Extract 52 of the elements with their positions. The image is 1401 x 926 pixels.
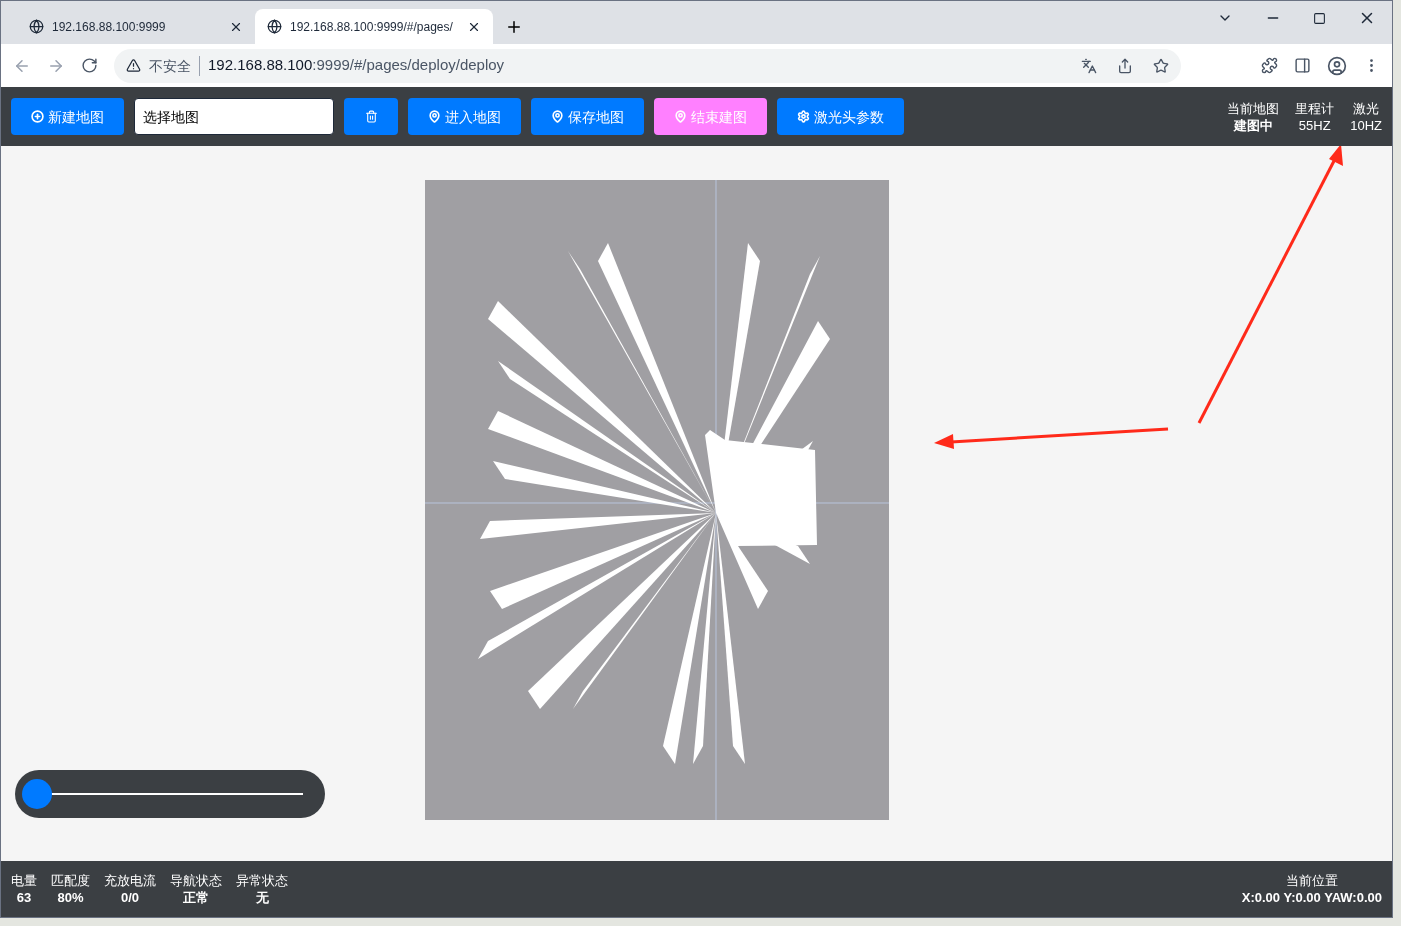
stat-label: 当前地图 — [1227, 99, 1280, 117]
status-label: 异常状态 — [236, 872, 288, 889]
browser-tab[interactable]: 192.168.88.100:9999 — [17, 9, 255, 44]
toolbar-button[interactable]: 保存地图 — [531, 98, 644, 135]
side-panel-icon[interactable] — [1294, 57, 1311, 74]
gear-icon — [797, 110, 810, 123]
star-icon[interactable] — [1153, 57, 1169, 74]
status-value: 0/0 — [120, 889, 140, 906]
share-icon[interactable] — [1117, 57, 1133, 74]
status-label: 电量 — [11, 872, 37, 889]
map-pin-icon — [551, 110, 564, 123]
maximize-icon[interactable] — [1313, 11, 1326, 25]
map-pin-icon — [428, 110, 441, 123]
slider-thumb[interactable] — [22, 779, 52, 809]
status-label: 充放电流 — [104, 872, 156, 889]
stat-label: 里程计 — [1295, 99, 1335, 117]
map-pin-icon — [674, 110, 687, 123]
security-label: 不安全 — [149, 55, 200, 76]
status-value: 正常 — [183, 889, 209, 906]
status-label: 导航状态 — [170, 872, 222, 889]
stat-value: 55HZ — [1298, 116, 1331, 134]
globe-icon — [29, 19, 44, 34]
map-select-field[interactable]: 选择地图 — [134, 98, 334, 135]
puzzle-icon[interactable] — [1261, 57, 1278, 74]
status-label: 匹配度 — [51, 872, 90, 889]
browser-tab[interactable]: 192.168.88.100:9999/#/pages/ — [255, 9, 493, 44]
address-bar[interactable]: 不安全 192.168.88.100:9999/#/pages/deploy/deploy — [114, 48, 1181, 83]
stat-value: 建图中 — [1233, 116, 1273, 134]
trash-icon — [364, 110, 378, 123]
tab-title: 192.168.88.100:9999/#/pages/ — [290, 18, 454, 36]
globe-icon — [267, 19, 282, 34]
delete-button[interactable] — [344, 98, 398, 135]
reload-icon[interactable] — [81, 57, 98, 74]
translate-icon[interactable] — [1081, 57, 1097, 74]
toolbar-button[interactable]: 结束建图 — [654, 98, 767, 135]
new-tab-icon[interactable] — [505, 18, 523, 36]
toolbar-button[interactable]: 激光头参数 — [777, 98, 904, 135]
plus-circle-icon — [31, 110, 44, 123]
zoom-slider[interactable] — [15, 770, 325, 818]
status-value: 80% — [57, 889, 84, 906]
status-value: 无 — [255, 889, 269, 906]
stat-label: 激光 — [1353, 99, 1380, 117]
tab-title: 192.168.88.100:9999 — [52, 18, 167, 36]
toolbar-button[interactable]: 新建地图 — [11, 98, 124, 135]
position-label: 当前位置 — [1285, 872, 1338, 889]
status-value: 63 — [16, 889, 32, 906]
toolbar-button[interactable]: 进入地图 — [408, 98, 521, 135]
profile-icon[interactable] — [1327, 55, 1347, 76]
position-value: X:0.00 Y:0.00 YAW:0.00 — [1241, 889, 1382, 906]
url-text: 192.168.88.100:9999/#/pages/deploy/deploy — [208, 55, 505, 76]
warning-icon — [126, 58, 141, 73]
stat-value: 10HZ — [1350, 116, 1382, 134]
